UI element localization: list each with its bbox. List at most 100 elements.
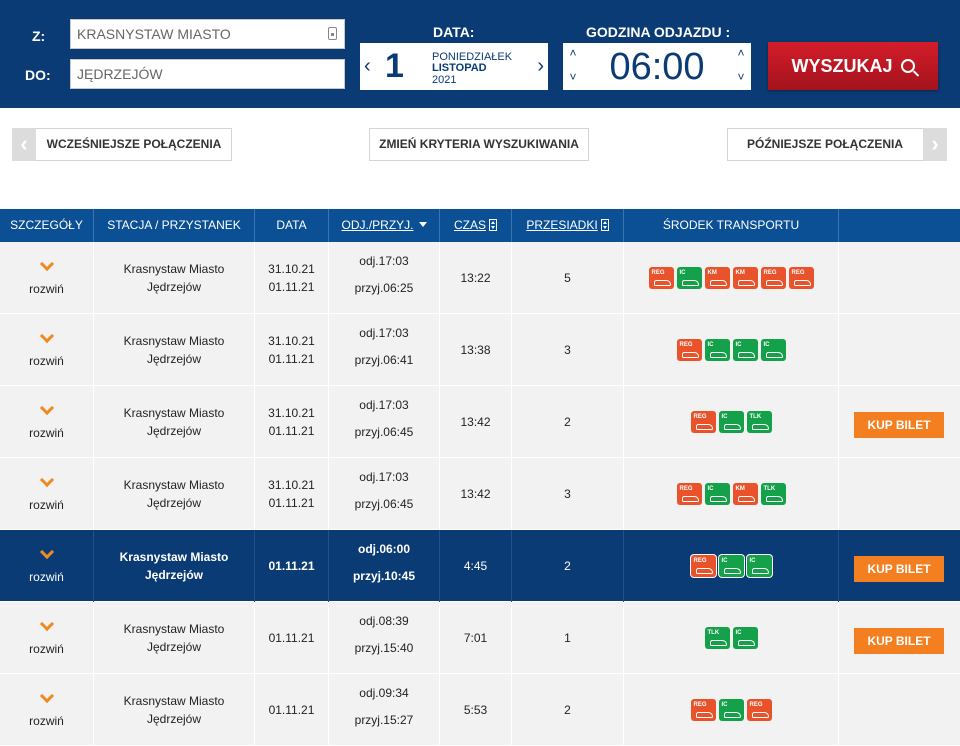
table-row[interactable]: rozwiń Krasnystaw Miasto Jędrzejów 31.10.21… [0, 458, 960, 530]
details-cell[interactable]: rozwiń [0, 674, 94, 746]
buy-cell [839, 458, 960, 530]
arr-date: 01.11.21 [268, 280, 315, 294]
table-row[interactable]: rozwiń Krasnystaw Miasto Jędrzejów 01.11.21… [0, 602, 960, 674]
expand-link[interactable]: rozwiń [0, 354, 93, 368]
train-shape [709, 352, 727, 358]
details-cell[interactable]: rozwiń [0, 314, 94, 386]
train-reg-icon: REG [690, 411, 716, 433]
minute-down-chevron-icon[interactable]: ˅ [735, 71, 747, 83]
departure-time: odj.06:00 [357, 542, 411, 556]
train-shape [737, 280, 755, 286]
expand-link[interactable]: rozwiń [0, 498, 93, 512]
buy-cell [839, 314, 960, 386]
expand-link[interactable]: rozwiń [0, 642, 93, 656]
from-station: Krasnystaw Miasto [123, 694, 225, 708]
train-km-icon: KM [732, 483, 758, 505]
train-shape [737, 352, 755, 358]
details-cell[interactable]: rozwiń [0, 386, 94, 458]
station-cell: Krasnystaw Miasto Jędrzejów [94, 458, 255, 530]
change-criteria-button[interactable]: ZMIEŃ KRYTERIA WYSZUKIWANIA [369, 128, 589, 161]
chevron-down-icon[interactable] [0, 403, 93, 415]
transport-cell: REG IC KM TLK [624, 458, 839, 530]
expand-link[interactable]: rozwiń [0, 282, 93, 296]
train-ic-icon: IC [718, 411, 744, 433]
train-tlk-icon: TLK [746, 411, 772, 433]
arr-date: 01.11.21 [268, 559, 315, 573]
transport-cell: TLK IC [624, 602, 839, 674]
details-cell[interactable]: rozwiń [0, 242, 94, 314]
date-cell: 01.11.21 [255, 602, 329, 674]
magnifier-icon [900, 59, 915, 73]
transport-cell: REG IC REG [624, 674, 839, 746]
to-station-input[interactable]: JĘDRZEJÓW [70, 59, 345, 89]
train-shape [723, 712, 741, 718]
expand-link[interactable]: rozwiń [0, 714, 93, 728]
train-type-label: KM [735, 270, 745, 276]
details-cell[interactable]: rozwiń [0, 602, 94, 674]
details-cell[interactable]: rozwiń [0, 530, 94, 602]
transport-badges: REG IC KM TLK [624, 458, 838, 530]
from-station: Krasnystaw Miasto [123, 478, 225, 492]
earlier-connections-button[interactable]: ‹ WCZEŚNIEJSZE POŁĄCZENIA [12, 128, 232, 161]
table-row[interactable]: rozwiń Krasnystaw Miasto Jędrzejów 31.10.21… [0, 386, 960, 458]
col-transport: ŚRODEK TRANSPORTU [624, 209, 839, 242]
next-day-chevron-right-icon[interactable]: › [537, 56, 544, 76]
from-label: Z: [32, 28, 46, 44]
from-station-input[interactable]: KRASNYSTAW MIASTO [70, 19, 345, 49]
train-type-label: KM [707, 270, 717, 276]
date-cell: 01.11.21 [255, 530, 329, 602]
buy-ticket-button[interactable]: KUP BILET [854, 556, 944, 582]
table-row[interactable]: rozwiń Krasnystaw Miasto Jędrzejów 31.10.21… [0, 314, 960, 386]
time-picker: ˄ ˅ 06:00 ˄ ˅ [563, 43, 751, 90]
arr-date: 01.11.21 [268, 703, 315, 717]
dep-arr-cell: odj.17:03 przyj.06:25 [329, 242, 440, 314]
transfers: 2 [564, 703, 571, 717]
details-cell[interactable]: rozwiń [0, 458, 94, 530]
transfers-cell: 3 [512, 458, 624, 530]
chevron-down-icon[interactable] [0, 619, 93, 631]
col-transfers-label: PRZESIADKI [526, 218, 598, 232]
transfers-cell: 5 [512, 242, 624, 314]
minute-up-chevron-icon[interactable]: ˄ [735, 47, 747, 59]
train-ic-icon: IC [746, 555, 772, 577]
table-row[interactable]: rozwiń Krasnystaw Miasto Jędrzejów 31.10.21… [0, 242, 960, 314]
chevron-down-icon[interactable] [0, 259, 93, 271]
transfers: 2 [564, 415, 571, 429]
prev-day-chevron-left-icon[interactable]: ‹ [364, 56, 371, 76]
later-connections-button[interactable]: PÓŹNIEJSZE POŁĄCZENIA › [727, 128, 947, 161]
duration-cell: 13:42 [440, 458, 512, 530]
train-shape [681, 352, 699, 358]
station-cell: Krasnystaw Miasto Jędrzejów [94, 314, 255, 386]
buy-ticket-button[interactable]: KUP BILET [854, 628, 944, 654]
expand-link[interactable]: rozwiń [0, 570, 93, 584]
col-transfers[interactable]: PRZESIADKI [512, 209, 624, 242]
train-shape [737, 496, 755, 502]
table-row[interactable]: rozwiń Krasnystaw Miasto Jędrzejów 01.11.21… [0, 530, 960, 602]
col-duration[interactable]: CZAS [440, 209, 512, 242]
col-dep-arr-label: ODJ./PRZYJ. [341, 218, 414, 232]
chevron-down-icon[interactable] [0, 691, 93, 703]
col-dep-arr[interactable]: ODJ./PRZYJ. [329, 209, 440, 242]
buy-ticket-button[interactable]: KUP BILET [854, 412, 944, 438]
departure-time: odj.17:03 [359, 254, 409, 268]
expand-link[interactable]: rozwiń [0, 426, 93, 440]
transport-badges: REG IC KM KM REG REG [624, 242, 838, 314]
station-board-icon[interactable] [328, 27, 337, 40]
search-button[interactable]: WYSZUKAJ [768, 42, 938, 90]
train-type-label: TLK [749, 414, 762, 420]
train-type-label: REG [693, 414, 707, 420]
time-value[interactable]: 06:00 [563, 45, 751, 89]
dep-date: 31.10.21 [268, 406, 315, 420]
train-shape [709, 640, 727, 646]
table-row[interactable]: rozwiń Krasnystaw Miasto Jędrzejów 01.11.21… [0, 674, 960, 746]
chevron-down-icon[interactable] [0, 475, 93, 487]
duration-cell: 13:38 [440, 314, 512, 386]
col-details: SZCZEGÓŁY [0, 209, 94, 242]
date-day: 1 [385, 47, 404, 85]
chevron-down-icon[interactable] [0, 547, 93, 559]
date-picker: ‹ 1 PONIEDZIAŁEK LISTOPAD 2021 › [360, 43, 548, 90]
arrival-time: przyj.06:45 [354, 425, 414, 439]
duration-cell: 5:53 [440, 674, 512, 746]
chevron-down-icon[interactable] [0, 331, 93, 343]
duration: 4:45 [463, 559, 488, 573]
